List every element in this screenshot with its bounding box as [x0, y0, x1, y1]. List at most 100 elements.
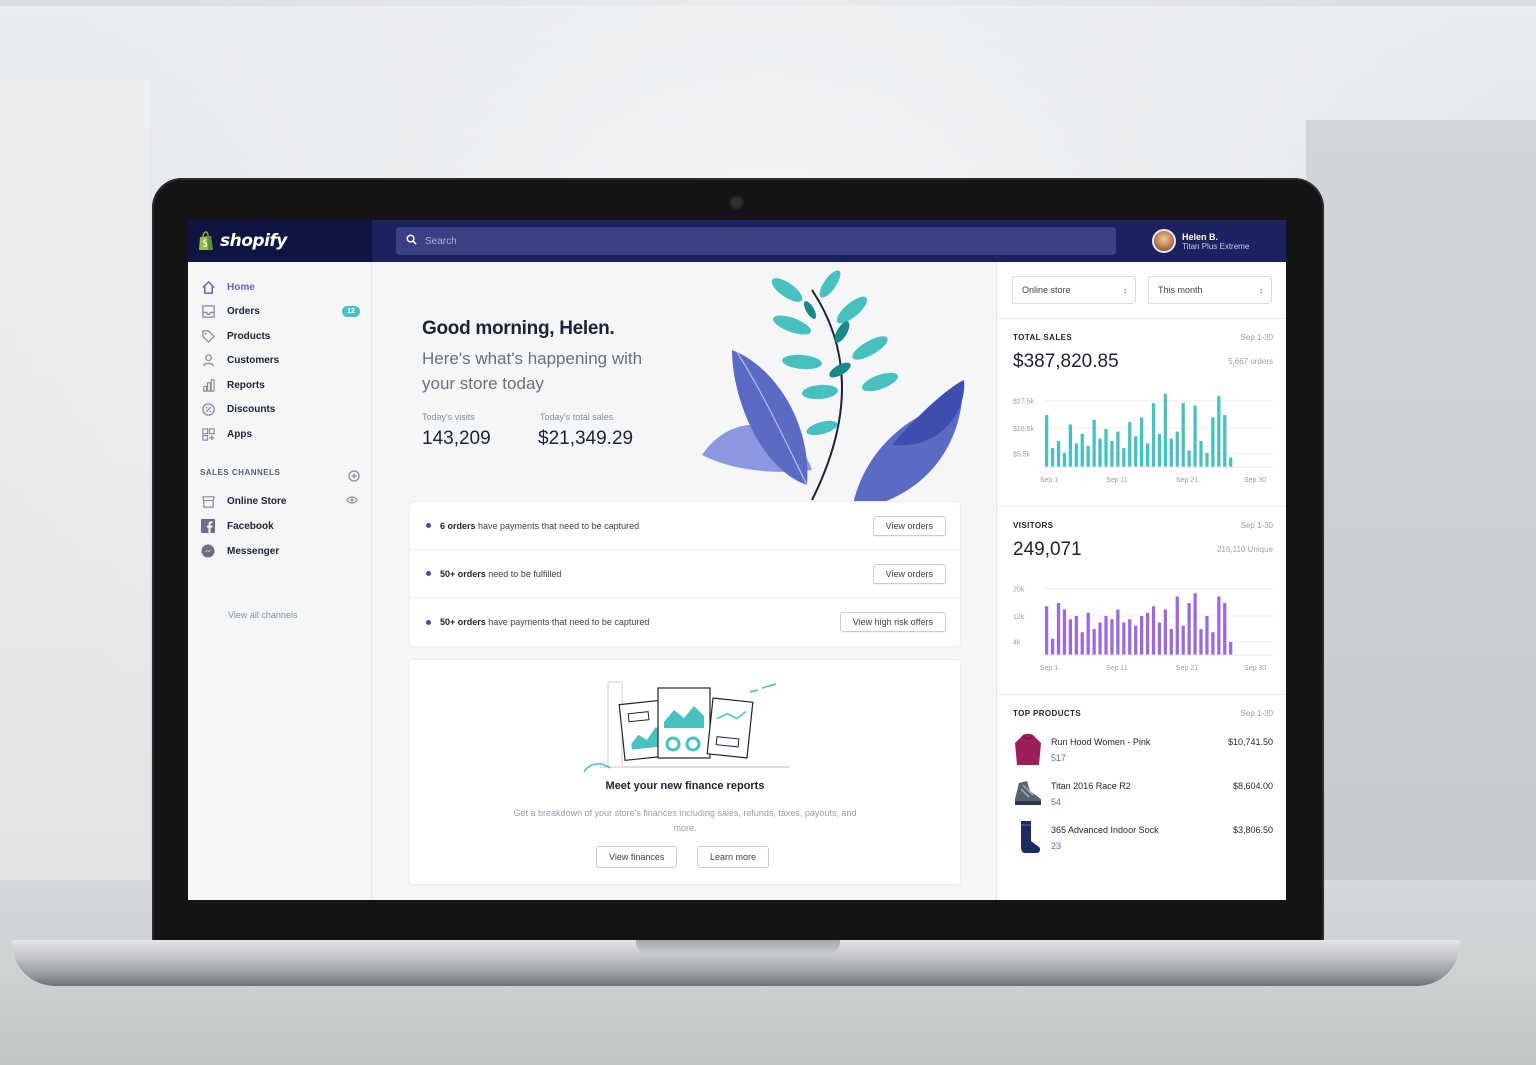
chart-bar[interactable]	[1211, 417, 1215, 467]
chart-bar[interactable]	[1110, 619, 1114, 655]
channel-select[interactable]: Online store ↕	[1012, 276, 1136, 304]
chart-bar[interactable]	[1181, 403, 1185, 467]
chart-bar[interactable]	[1068, 619, 1073, 655]
chart-bar[interactable]	[1163, 393, 1168, 467]
visitors-section: VISITORS Sep 1-30 249,071 216,110 Unique…	[997, 506, 1286, 690]
chart-bar[interactable]	[1122, 622, 1126, 656]
analytics-panel: Online store ↕ This month ↕ TOTAL SALES …	[996, 262, 1286, 900]
chart-bar[interactable]	[1050, 448, 1055, 467]
chart-bar[interactable]	[1211, 632, 1215, 655]
chart-bar[interactable]	[1193, 405, 1197, 467]
chart-bar[interactable]	[1169, 438, 1173, 467]
chart-bar[interactable]	[1217, 596, 1221, 656]
visitors-chart: 20k 12k 4k Sep 1 Sep 11 Sep 21 Sep 30	[1013, 587, 1273, 672]
view-high-risk-offers-button[interactable]: View high risk offers	[839, 612, 946, 632]
sidebar-item-apps[interactable]: Apps	[200, 425, 360, 443]
chart-bar[interactable]	[1134, 625, 1138, 655]
chart-bar[interactable]	[1205, 452, 1209, 467]
view-orders-button[interactable]: View orders	[872, 563, 946, 584]
chart-bar[interactable]	[1050, 638, 1055, 655]
chart-bar[interactable]	[1229, 457, 1233, 467]
chart-bar[interactable]	[1140, 616, 1144, 655]
chart-bar[interactable]	[1062, 609, 1067, 656]
search-input[interactable]	[425, 235, 1025, 247]
chart-bar[interactable]	[1151, 403, 1156, 467]
chart-bar[interactable]	[1128, 619, 1132, 655]
chart-bar[interactable]	[1086, 445, 1090, 467]
sidebar-item-reports[interactable]: Reports	[200, 376, 360, 394]
visits-label: Today's visits	[422, 412, 475, 422]
sidebar-item-discounts[interactable]: Discounts	[200, 400, 360, 418]
sidebar-item-orders[interactable]: Orders 12	[200, 302, 360, 320]
chart-bar[interactable]	[1151, 606, 1156, 655]
chart-bar[interactable]	[1086, 612, 1090, 655]
chart-bar[interactable]	[1187, 603, 1191, 655]
period-select[interactable]: This month ↕	[1148, 276, 1272, 304]
add-channel-icon[interactable]	[348, 469, 360, 487]
product-item[interactable]: Titan 2016 Race R2 54 $8,604.00	[1013, 777, 1273, 813]
chart-bar[interactable]	[1045, 606, 1049, 655]
brand-logo[interactable]: shopify	[188, 220, 372, 262]
view-all-channels-link[interactable]: View all channels	[228, 610, 297, 620]
chart-bar[interactable]	[1116, 431, 1120, 467]
chart-bar[interactable]	[1068, 424, 1073, 467]
product-item[interactable]: Run Hood Women - Pink 517 $10,741.50	[1013, 733, 1273, 769]
channel-select-value: Online store	[1022, 285, 1071, 295]
chart-bar[interactable]	[1045, 415, 1049, 467]
chart-bar[interactable]	[1122, 448, 1126, 467]
sidebar-item-online-store[interactable]: Online Store	[200, 492, 360, 510]
search-bar[interactable]	[396, 227, 1116, 255]
chart-bar[interactable]	[1080, 632, 1084, 655]
y-tick-label: 4k	[1013, 640, 1021, 647]
chart-bar[interactable]	[1116, 609, 1120, 656]
chart-bar[interactable]	[1229, 642, 1233, 655]
chart-bar[interactable]	[1098, 622, 1102, 656]
sidebar-item-customers[interactable]: Customers	[200, 351, 360, 369]
sidebar-item-facebook[interactable]: Facebook	[200, 517, 360, 535]
chart-bar[interactable]	[1181, 625, 1185, 655]
chart-bar[interactable]	[1145, 612, 1150, 655]
sidebar-item-products[interactable]: Products	[200, 327, 360, 345]
user-menu[interactable]: Helen B. Titan Plus Extreme	[1152, 227, 1249, 255]
chart-bar[interactable]	[1169, 629, 1173, 655]
chart-bar[interactable]	[1104, 616, 1108, 655]
chart-bar[interactable]	[1205, 616, 1209, 655]
chart-bar[interactable]	[1223, 603, 1227, 655]
chart-bar[interactable]	[1128, 422, 1132, 467]
chart-bar[interactable]	[1056, 603, 1061, 655]
chart-bar[interactable]	[1175, 431, 1179, 467]
chart-bar[interactable]	[1157, 622, 1162, 656]
chart-bar[interactable]	[1074, 443, 1078, 467]
chart-bar[interactable]	[1110, 441, 1114, 467]
eye-icon[interactable]	[346, 495, 358, 508]
chart-bar[interactable]	[1056, 441, 1061, 467]
chart-bar[interactable]	[1157, 433, 1162, 467]
chart-bar[interactable]	[1175, 596, 1179, 656]
top-products-range: Sep 1-30	[1240, 709, 1273, 718]
chart-bar[interactable]	[1062, 452, 1067, 467]
chart-bar[interactable]	[1092, 419, 1096, 467]
chart-bar[interactable]	[1199, 441, 1203, 467]
chart-bar[interactable]	[1134, 436, 1138, 467]
person-icon	[200, 352, 216, 368]
laptop-notch	[636, 940, 840, 954]
sidebar-item-home[interactable]: Home	[200, 278, 360, 296]
chart-bar[interactable]	[1217, 396, 1221, 467]
chart-bar[interactable]	[1092, 629, 1096, 655]
view-orders-button[interactable]: View orders	[872, 515, 946, 536]
chart-bar[interactable]	[1140, 417, 1144, 467]
product-item[interactable]: 365 Advanced Indoor Sock 23 $3,806.50	[1013, 821, 1273, 857]
view-finances-button[interactable]: View finances	[596, 846, 678, 868]
learn-more-button[interactable]: Learn more	[697, 846, 770, 868]
chart-bar[interactable]	[1223, 415, 1227, 467]
chart-bar[interactable]	[1080, 433, 1084, 467]
chart-bar[interactable]	[1187, 450, 1191, 467]
chart-bar[interactable]	[1193, 593, 1197, 655]
chart-bar[interactable]	[1098, 438, 1102, 467]
sidebar-item-messenger[interactable]: Messenger	[200, 542, 360, 560]
chart-bar[interactable]	[1145, 443, 1150, 467]
chart-bar[interactable]	[1199, 629, 1203, 655]
chart-bar[interactable]	[1074, 616, 1078, 655]
chart-bar[interactable]	[1163, 609, 1168, 656]
chart-bar[interactable]	[1104, 429, 1108, 467]
